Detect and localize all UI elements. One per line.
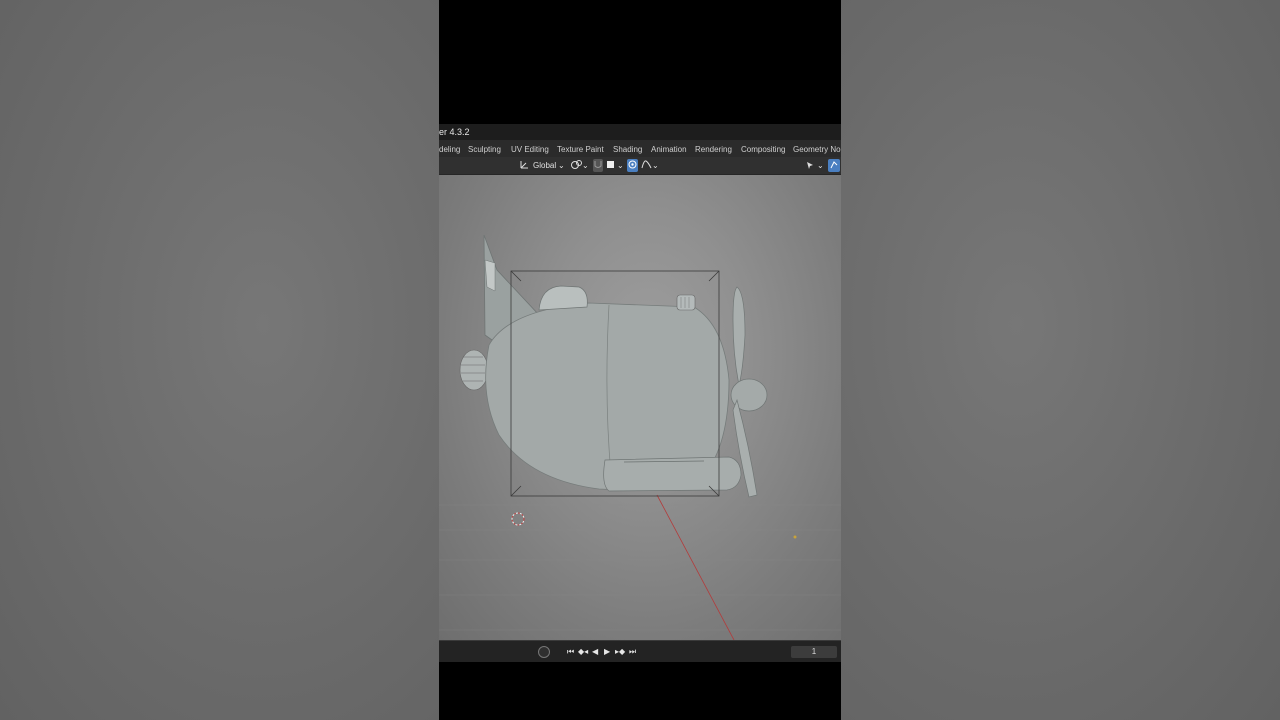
prev-keyframe-icon[interactable]: ◆◂	[578, 646, 588, 658]
app-title: er 4.3.2	[439, 127, 470, 137]
transform-orientation-dropdown[interactable]: Global	[533, 159, 556, 172]
transform-orientation-icon[interactable]	[519, 159, 530, 172]
chevron-down-icon: ⌄	[617, 161, 624, 170]
current-frame-field[interactable]: 1	[791, 646, 837, 658]
blurred-background-right	[841, 0, 1280, 720]
top-cap-part[interactable]	[676, 294, 696, 311]
play-reverse-icon[interactable]: ◀	[592, 646, 598, 658]
tab-animation[interactable]: Animation	[651, 142, 687, 157]
tab-texture-paint[interactable]: Texture Paint	[557, 142, 604, 157]
tail-engine-grille[interactable]	[459, 349, 489, 391]
3d-cursor-icon[interactable]	[511, 512, 525, 526]
tab-compositing[interactable]: Compositing	[741, 142, 785, 157]
chevron-down-icon: ⌄	[582, 161, 589, 170]
play-icon[interactable]: ▶	[604, 646, 610, 658]
title-bar: er 4.3.2	[439, 124, 841, 140]
timeline-bar: ⏮ ◆◂ ◀ ▶ ▸◆ ⏭ 1	[439, 640, 841, 662]
proportional-editing-icon[interactable]	[627, 159, 638, 172]
tab-rendering[interactable]: Rendering	[695, 142, 732, 157]
gizmo-toggle-icon[interactable]	[828, 159, 840, 172]
tab-modeling[interactable]: deling	[439, 142, 460, 157]
tab-uv-editing[interactable]: UV Editing	[511, 142, 549, 157]
blurred-background-left	[0, 0, 439, 720]
3d-viewport[interactable]	[439, 175, 841, 640]
tab-sculpting[interactable]: Sculpting	[468, 142, 501, 157]
viewport-scene	[439, 234, 841, 640]
tab-shading[interactable]: Shading	[613, 142, 642, 157]
snap-toggle-icon[interactable]	[593, 159, 603, 172]
blender-window: er 4.3.2 deling Sculpting UV Editing Tex…	[439, 124, 841, 662]
falloff-curve-icon[interactable]	[641, 159, 652, 172]
jump-end-icon[interactable]: ⏭	[629, 646, 636, 658]
chevron-down-icon: ⌄	[558, 161, 565, 170]
snap-target-icon[interactable]	[606, 159, 615, 172]
workspace-tabs: deling Sculpting UV Editing Texture Pain…	[439, 142, 841, 157]
view-object-types-icon[interactable]	[806, 159, 816, 172]
jump-start-icon[interactable]: ⏮	[567, 646, 574, 658]
tab-geometry-nodes[interactable]: Geometry Nod	[793, 142, 841, 157]
cockpit-canopy[interactable]	[538, 285, 588, 311]
record-icon[interactable]	[538, 646, 550, 658]
chevron-down-icon: ⌄	[817, 161, 824, 170]
next-keyframe-icon[interactable]: ▸◆	[615, 646, 625, 658]
viewport-header: Global ⌄ ⌄ ⌄ ⌄ ⌄	[439, 157, 841, 175]
floor-grid	[439, 504, 841, 631]
light-object[interactable]	[793, 535, 797, 539]
chevron-down-icon: ⌄	[652, 161, 659, 170]
video-frame: er 4.3.2 deling Sculpting UV Editing Tex…	[439, 0, 841, 720]
x-axis-line	[656, 494, 735, 640]
